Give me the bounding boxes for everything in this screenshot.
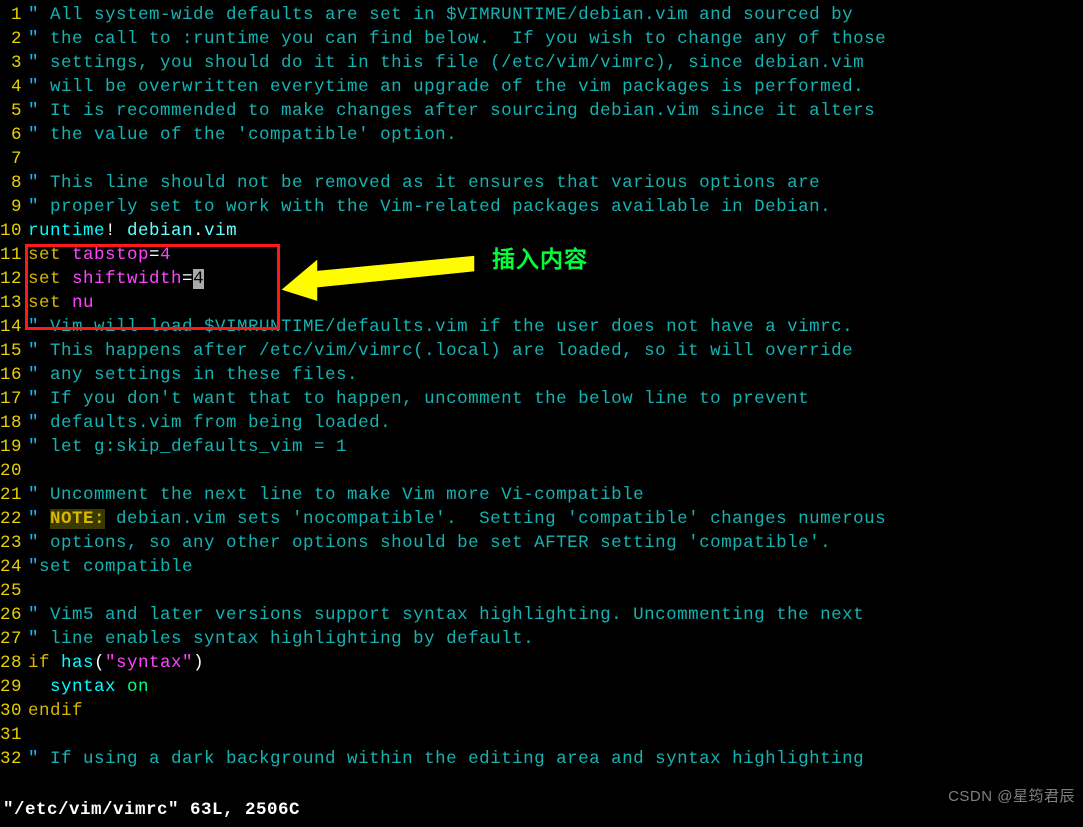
line-content: " options, so any other options should b… <box>28 531 831 555</box>
code-line[interactable]: 15" This happens after /etc/vim/vimrc(.l… <box>0 339 1083 363</box>
line-content: " This happens after /etc/vim/vimrc(.loc… <box>28 339 853 363</box>
code-line[interactable]: 2" the call to :runtime you can find bel… <box>0 27 1083 51</box>
code-line[interactable]: 4" will be overwritten everytime an upgr… <box>0 75 1083 99</box>
line-number: 4 <box>0 75 28 99</box>
line-content: " properly set to work with the Vim-rela… <box>28 195 831 219</box>
line-content: set tabstop=4 <box>28 243 171 267</box>
code-line[interactable]: 29 syntax on <box>0 675 1083 699</box>
code-line[interactable]: 6" the value of the 'compatible' option. <box>0 123 1083 147</box>
code-line[interactable]: 1" All system-wide defaults are set in $… <box>0 3 1083 27</box>
line-number: 25 <box>0 579 28 603</box>
line-number: 24 <box>0 555 28 579</box>
code-line[interactable]: 17" If you don't want that to happen, un… <box>0 387 1083 411</box>
line-content: " the call to :runtime you can find belo… <box>28 27 886 51</box>
line-number: 31 <box>0 723 28 747</box>
line-number: 19 <box>0 435 28 459</box>
line-content: set nu <box>28 291 94 315</box>
code-line[interactable]: 7 <box>0 147 1083 171</box>
code-line[interactable]: 31 <box>0 723 1083 747</box>
line-content: " defaults.vim from being loaded. <box>28 411 391 435</box>
line-content: runtime! debian.vim <box>28 219 237 243</box>
line-content: "set compatible <box>28 555 193 579</box>
code-line[interactable]: 14" Vim will load $VIMRUNTIME/defaults.v… <box>0 315 1083 339</box>
code-line[interactable]: 24"set compatible <box>0 555 1083 579</box>
code-line[interactable]: 25 <box>0 579 1083 603</box>
line-number: 17 <box>0 387 28 411</box>
line-content: " will be overwritten everytime an upgra… <box>28 75 864 99</box>
code-line[interactable]: 27" line enables syntax highlighting by … <box>0 627 1083 651</box>
line-number: 23 <box>0 531 28 555</box>
line-number: 9 <box>0 195 28 219</box>
line-number: 15 <box>0 339 28 363</box>
line-number: 16 <box>0 363 28 387</box>
line-content: " let g:skip_defaults_vim = 1 <box>28 435 347 459</box>
line-content: " It is recommended to make changes afte… <box>28 99 875 123</box>
line-content: endif <box>28 699 83 723</box>
code-line[interactable]: 8" This line should not be removed as it… <box>0 171 1083 195</box>
line-content: " the value of the 'compatible' option. <box>28 123 457 147</box>
line-content: " settings, you should do it in this fil… <box>28 51 864 75</box>
line-content: " NOTE: debian.vim sets 'nocompatible'. … <box>28 507 886 531</box>
line-content: set shiftwidth=4 <box>28 267 204 291</box>
line-content: " any settings in these files. <box>28 363 358 387</box>
line-number: 26 <box>0 603 28 627</box>
code-line[interactable]: 3" settings, you should do it in this fi… <box>0 51 1083 75</box>
line-number: 3 <box>0 51 28 75</box>
line-number: 21 <box>0 483 28 507</box>
line-content: " If you don't want that to happen, unco… <box>28 387 809 411</box>
code-line[interactable]: 13set nu <box>0 291 1083 315</box>
line-number: 20 <box>0 459 28 483</box>
line-number: 7 <box>0 147 28 171</box>
line-number: 5 <box>0 99 28 123</box>
line-content: " If using a dark background within the … <box>28 747 864 771</box>
vim-editor[interactable]: 1" All system-wide defaults are set in $… <box>0 0 1083 827</box>
line-number: 2 <box>0 27 28 51</box>
annotation-label: 插入内容 <box>492 249 588 273</box>
code-line[interactable]: 9" properly set to work with the Vim-rel… <box>0 195 1083 219</box>
line-number: 6 <box>0 123 28 147</box>
code-line[interactable]: 19" let g:skip_defaults_vim = 1 <box>0 435 1083 459</box>
code-lines[interactable]: 1" All system-wide defaults are set in $… <box>0 3 1083 771</box>
code-line[interactable]: 16" any settings in these files. <box>0 363 1083 387</box>
line-number: 32 <box>0 747 28 771</box>
line-number: 11 <box>0 243 28 267</box>
code-line[interactable]: 23" options, so any other options should… <box>0 531 1083 555</box>
line-number: 30 <box>0 699 28 723</box>
code-line[interactable]: 18" defaults.vim from being loaded. <box>0 411 1083 435</box>
line-content: " All system-wide defaults are set in $V… <box>28 3 853 27</box>
line-number: 12 <box>0 267 28 291</box>
code-line[interactable]: 32" If using a dark background within th… <box>0 747 1083 771</box>
line-number: 13 <box>0 291 28 315</box>
vim-status-line: "/etc/vim/vimrc" 63L, 2506C <box>3 798 300 822</box>
line-number: 27 <box>0 627 28 651</box>
line-content: " line enables syntax highlighting by de… <box>28 627 534 651</box>
line-number: 29 <box>0 675 28 699</box>
code-line[interactable]: 21" Uncomment the next line to make Vim … <box>0 483 1083 507</box>
code-line[interactable]: 30endif <box>0 699 1083 723</box>
line-content: " Uncomment the next line to make Vim mo… <box>28 483 644 507</box>
line-content: " Vim will load $VIMRUNTIME/defaults.vim… <box>28 315 853 339</box>
line-number: 8 <box>0 171 28 195</box>
line-number: 22 <box>0 507 28 531</box>
code-line[interactable]: 26" Vim5 and later versions support synt… <box>0 603 1083 627</box>
line-content: " Vim5 and later versions support syntax… <box>28 603 864 627</box>
code-line[interactable]: 22" NOTE: debian.vim sets 'nocompatible'… <box>0 507 1083 531</box>
line-number: 18 <box>0 411 28 435</box>
watermark-text: CSDN @星筠君辰 <box>948 785 1075 809</box>
line-number: 1 <box>0 3 28 27</box>
code-line[interactable]: 10runtime! debian.vim <box>0 219 1083 243</box>
line-content: if has("syntax") <box>28 651 204 675</box>
line-number: 14 <box>0 315 28 339</box>
code-line[interactable]: 28if has("syntax") <box>0 651 1083 675</box>
line-number: 28 <box>0 651 28 675</box>
line-content: " This line should not be removed as it … <box>28 171 820 195</box>
code-line[interactable]: 20 <box>0 459 1083 483</box>
line-content: syntax on <box>28 675 149 699</box>
line-number: 10 <box>0 219 28 243</box>
code-line[interactable]: 5" It is recommended to make changes aft… <box>0 99 1083 123</box>
